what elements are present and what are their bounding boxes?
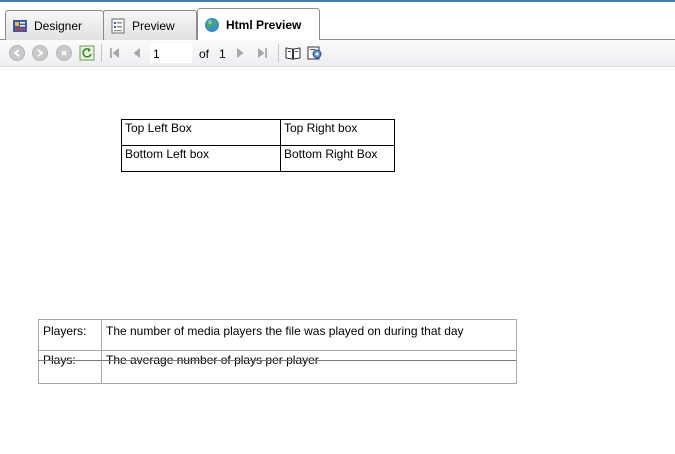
next-page-icon[interactable] [232,45,248,61]
forward-icon[interactable] [32,45,48,61]
refresh-icon[interactable] [79,45,95,61]
tab-html-preview[interactable]: Html Preview [197,8,320,40]
bottom-right-box: Bottom Right Box [280,145,395,172]
html-preview-area: Top Left Box Top Right box Bottom Left b… [0,68,675,454]
total-pages: 1 [219,47,226,61]
page-setup-icon[interactable] [307,45,323,61]
of-label: of [199,47,210,61]
report-toolbar: of 1 [0,40,675,67]
box-layout-table: Top Left Box Top Right box Bottom Left b… [121,119,395,172]
stop-icon[interactable] [56,45,72,61]
tab-designer[interactable]: Designer [5,10,104,40]
legend-description: The number of media players the file was… [101,319,517,351]
top-right-box: Top Right box [280,119,395,146]
legend-term: Plays: [38,350,102,384]
print-layout-icon[interactable] [285,45,301,61]
last-page-icon[interactable] [254,45,270,61]
globe-icon [204,17,220,33]
legend-description: The average number of plays per player [101,350,517,384]
page-number-input[interactable] [150,44,192,63]
tab-bar: Designer Preview Html Preview [0,2,675,40]
overlap-rule [38,360,516,361]
designer-icon [12,18,28,34]
previous-page-icon[interactable] [129,45,145,61]
tab-preview[interactable]: Preview [103,10,197,40]
tab-label: Html Preview [226,17,302,32]
tab-label: Preview [132,18,175,33]
legend-table: Players: The number of media players the… [38,319,517,384]
preview-icon [110,18,126,34]
top-left-box: Top Left Box [121,119,281,146]
legend-term: Players: [38,319,102,351]
back-icon[interactable] [9,45,25,61]
tab-label: Designer [34,18,83,33]
first-page-icon[interactable] [107,45,123,61]
bottom-left-box: Bottom Left box [121,145,281,172]
